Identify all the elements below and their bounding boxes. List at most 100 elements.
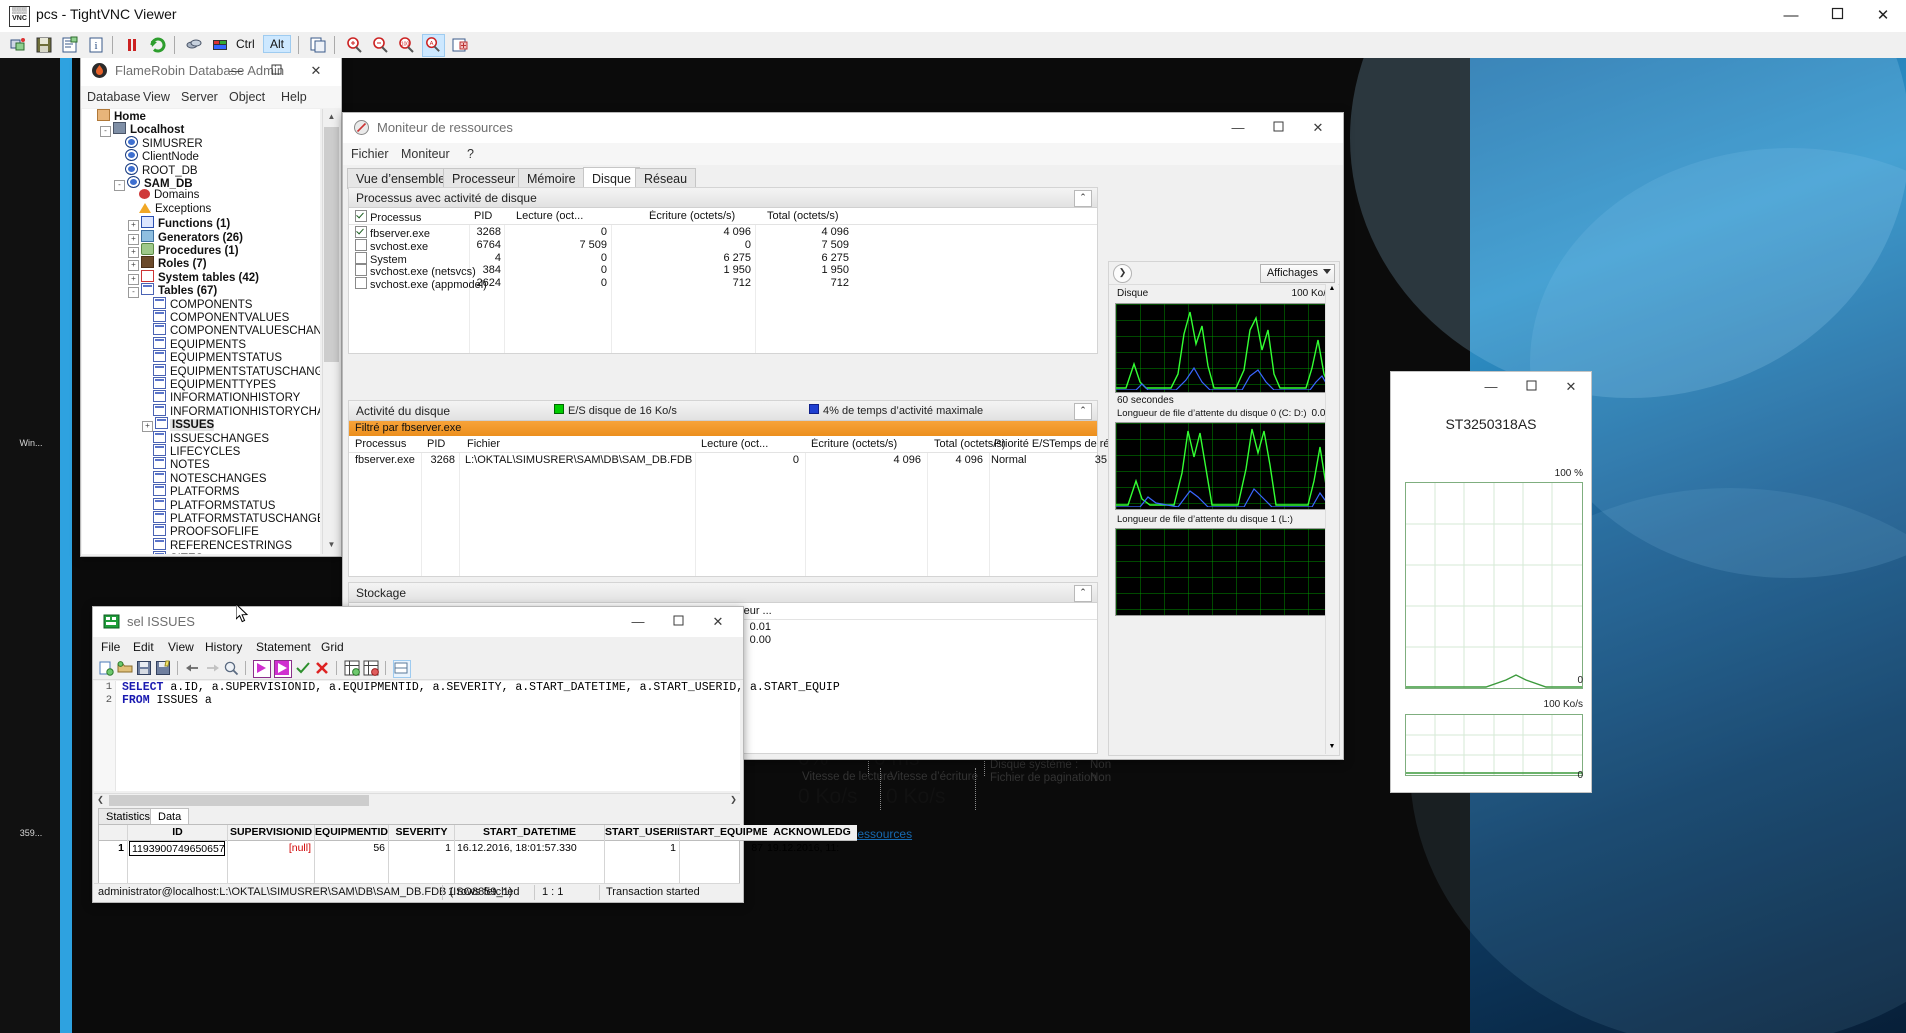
process-checkbox[interactable] — [355, 251, 367, 264]
zoom-100-icon[interactable]: 100 — [396, 35, 416, 55]
tree-node[interactable]: SITES — [142, 551, 203, 554]
collapse-chevron-icon[interactable]: ⌃ — [1074, 585, 1092, 602]
database-tree[interactable]: Home - Localhost SIMUSRER ClientNode ROOT_DB -… — [82, 109, 320, 554]
pause-icon[interactable] — [122, 35, 142, 55]
execute-icon[interactable] — [253, 660, 271, 678]
disk-minimize-button[interactable]: — — [1471, 372, 1511, 402]
tree-node[interactable]: ClientNode — [114, 149, 199, 163]
resmon-maximize-button[interactable] — [1258, 113, 1298, 143]
find-icon[interactable] — [223, 660, 239, 676]
grid-insert-icon[interactable] — [344, 660, 360, 676]
scroll-right-icon[interactable]: ❯ — [727, 794, 740, 807]
save-as-icon[interactable] — [155, 660, 171, 676]
maximize-button[interactable] — [1814, 0, 1860, 32]
process-checkbox[interactable] — [355, 277, 367, 290]
tree-node[interactable]: INFORMATIONHISTORY — [142, 390, 300, 404]
collapse-chevron-icon[interactable]: ⌃ — [1074, 403, 1092, 420]
close-button[interactable]: ✕ — [1860, 0, 1906, 32]
dcol-acknowledg[interactable]: ACKNOWLEDG — [767, 825, 857, 841]
flamerobin-close-button[interactable]: ✕ — [296, 58, 336, 86]
tree-scrollbar[interactable]: ▲ ▼ — [322, 109, 340, 554]
tree-node[interactable]: Domains — [128, 189, 199, 202]
tree-node[interactable]: + Functions (1) — [128, 216, 230, 232]
menu-object[interactable]: Object — [229, 90, 265, 104]
tab-processeur[interactable]: Processeur — [443, 168, 525, 189]
resmon-close-button[interactable]: ✕ — [1298, 113, 1338, 143]
tree-node[interactable]: COMPONENTVALUESCHANGES — [142, 323, 320, 337]
dcol-id[interactable]: ID — [128, 825, 227, 841]
zoom-in-icon[interactable] — [344, 35, 364, 55]
sql-menu-history[interactable]: History — [205, 640, 242, 654]
tab-vue-ensemble[interactable]: Vue d’ensemble — [347, 168, 455, 189]
tree-node[interactable]: COMPONENTVALUES — [142, 310, 289, 324]
commit-icon[interactable] — [295, 660, 311, 676]
send-ctrl-alt-del-icon[interactable] — [210, 35, 230, 55]
sql-menu-edit[interactable]: Edit — [133, 640, 154, 654]
process-checkbox[interactable] — [355, 226, 367, 238]
sql-code-editor[interactable]: 1 2 SELECT a.ID, a.SUPERVISIONID, a.EQUI… — [94, 681, 840, 791]
tree-node[interactable]: + System tables (42) — [128, 269, 259, 285]
save-icon[interactable] — [136, 660, 152, 676]
dcol-start-datetime[interactable]: START_DATETIME — [455, 825, 604, 841]
tree-node[interactable]: Home — [86, 109, 146, 123]
tree-node[interactable]: INFORMATIONHISTORYCHANGES — [142, 403, 320, 418]
sql-menu-grid[interactable]: Grid — [321, 640, 344, 654]
open-icon[interactable] — [117, 660, 133, 676]
desktop-icon-label-2[interactable]: 359... — [4, 828, 58, 838]
tree-node[interactable]: Exceptions — [128, 202, 211, 216]
flamerobin-maximize-button[interactable] — [256, 58, 296, 86]
tree-node[interactable]: EQUIPMENTSTATUSCHANGES — [142, 363, 320, 378]
sql-close-button[interactable]: ✕ — [698, 607, 738, 637]
flamerobin-minimize-button[interactable]: — — [216, 58, 256, 86]
tab-memoire[interactable]: Mémoire — [518, 168, 585, 189]
tree-node[interactable]: PROOFSOFLIFE — [142, 524, 259, 538]
scroll-up-icon[interactable]: ▲ — [323, 109, 340, 126]
graphs-scrollbar[interactable]: ▲ ▼ — [1325, 284, 1338, 754]
collapse-node-icon[interactable]: - — [114, 180, 125, 191]
split-view-icon[interactable] — [393, 660, 411, 678]
dcol-equipmentid[interactable]: EQUIPMENTID — [315, 825, 388, 841]
tree-node[interactable]: + Generators (26) — [128, 229, 243, 245]
process-checkbox[interactable] — [355, 238, 367, 251]
disk-maximize-button[interactable] — [1511, 372, 1551, 402]
menu-help[interactable]: ? — [467, 147, 474, 161]
tree-node[interactable]: PLATFORMSTATUS — [142, 497, 275, 512]
sql-menu-file[interactable]: File — [101, 640, 120, 654]
activity-grid[interactable]: Filtré par fbserver.exe Processus PID Fi… — [349, 421, 1165, 576]
minimize-button[interactable]: — — [1768, 0, 1814, 32]
refresh-icon[interactable] — [148, 35, 168, 55]
tree-node[interactable]: ISSUESCHANGES — [142, 430, 269, 445]
zoom-out-icon[interactable] — [370, 35, 390, 55]
editor-hscrollbar[interactable]: ❮ ❯ — [94, 793, 740, 807]
tree-node[interactable]: NOTESCHANGES — [142, 470, 267, 485]
collapse-chevron-icon[interactable]: ⌃ — [1074, 190, 1092, 207]
sql-menu-statement[interactable]: Statement — [256, 640, 311, 654]
tree-node[interactable]: LIFECYCLES — [142, 444, 240, 458]
save-session-icon[interactable] — [34, 35, 54, 55]
disk-close-button[interactable]: ✕ — [1551, 372, 1591, 402]
scroll-thumb[interactable] — [324, 127, 339, 362]
rollback-icon[interactable] — [314, 660, 330, 676]
new-connection-icon[interactable] — [8, 35, 28, 55]
dcol-rownum[interactable] — [99, 825, 127, 841]
full-screen-icon[interactable] — [184, 35, 204, 55]
resmon-minimize-button[interactable]: — — [1218, 113, 1258, 143]
sql-minimize-button[interactable]: — — [618, 607, 658, 637]
expand-graphs-icon[interactable]: ❯ — [1113, 264, 1132, 283]
tree-node[interactable]: NOTES — [142, 457, 210, 471]
menu-database[interactable]: Database — [87, 90, 141, 104]
desktop-icon-label-1[interactable]: Win... — [4, 438, 58, 448]
connection-options-icon[interactable] — [60, 35, 80, 55]
scroll-down-icon[interactable]: ▼ — [323, 537, 340, 554]
collapse-node-icon[interactable]: - — [128, 287, 139, 299]
sql-maximize-button[interactable] — [658, 607, 698, 637]
editor-hscroll-thumb[interactable] — [109, 795, 369, 806]
dcol-supervisionid[interactable]: SUPERVISIONID — [228, 825, 314, 841]
menu-server[interactable]: Server — [181, 90, 218, 104]
menu-help[interactable]: Help — [281, 90, 307, 104]
tree-node[interactable]: PLATFORMSTATUSCHANGES — [142, 511, 320, 525]
processes-grid[interactable]: Processus PID Lecture (oct... Écriture (… — [349, 208, 1097, 353]
affichages-button[interactable]: Affichages — [1259, 264, 1335, 283]
zoom-auto-icon[interactable]: A — [422, 34, 445, 57]
tree-node[interactable]: + Procedures (1) — [128, 243, 239, 258]
